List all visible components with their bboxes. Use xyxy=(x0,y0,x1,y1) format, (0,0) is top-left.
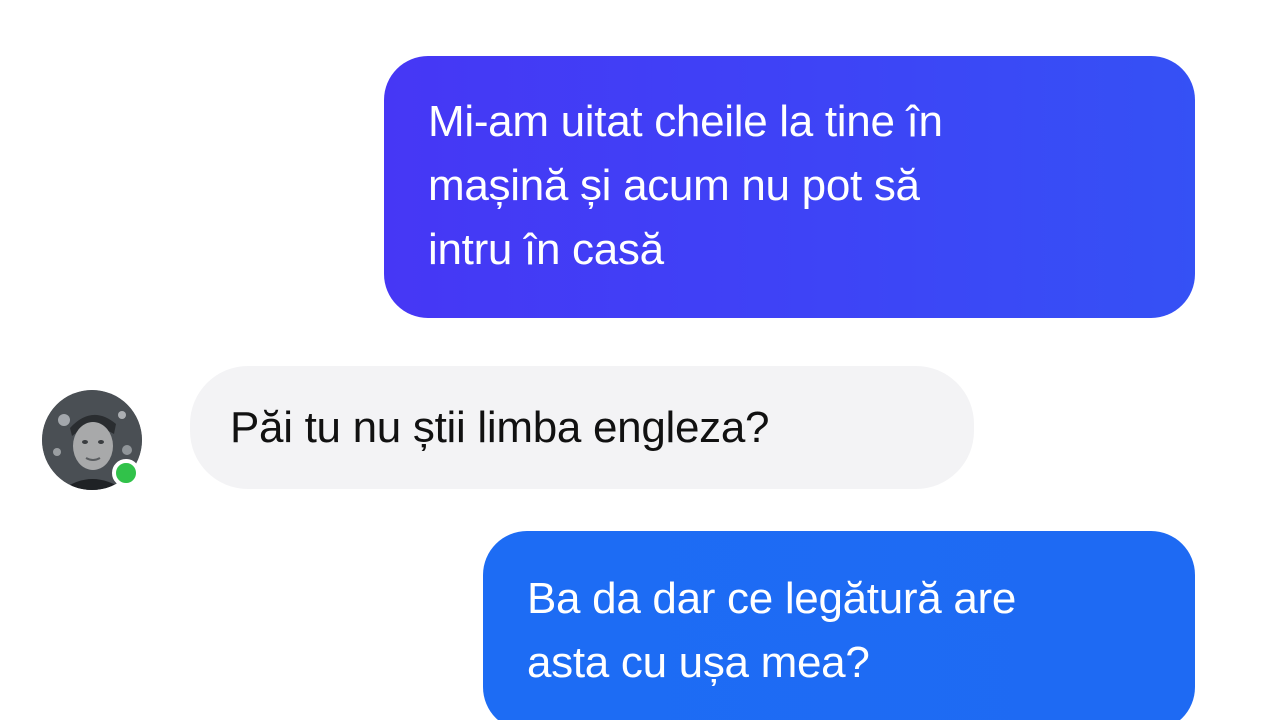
message-text: Păi tu nu știi limba engleza? xyxy=(230,403,770,452)
conversation-thread: Mi-am uitat cheile la tine în mașină și … xyxy=(0,0,1280,720)
message-text-line: intru în casă xyxy=(428,225,664,274)
message-text-line: Mi-am uitat cheile la tine în xyxy=(428,97,943,146)
message-text-line: asta cu ușa mea? xyxy=(527,638,870,687)
outgoing-message-bubble[interactable]: Ba da dar ce legătură are asta cu ușa me… xyxy=(483,531,1195,720)
online-status-icon xyxy=(112,459,140,487)
outgoing-message-bubble[interactable]: Mi-am uitat cheile la tine în mașină și … xyxy=(384,56,1195,318)
incoming-message-bubble[interactable]: Păi tu nu știi limba engleza? xyxy=(190,366,974,489)
message-text-line: Ba da dar ce legătură are xyxy=(527,574,1017,623)
message-text-line: mașină și acum nu pot să xyxy=(428,161,920,210)
